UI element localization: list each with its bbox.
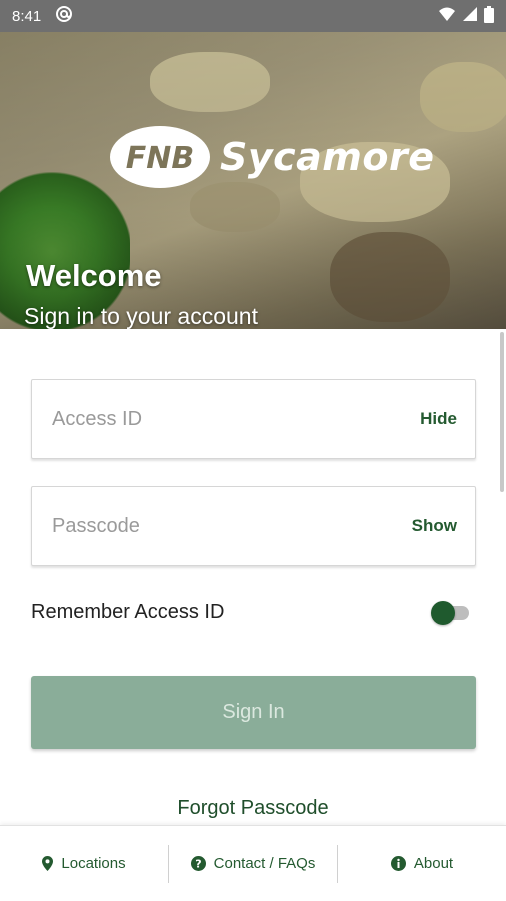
scrollbar[interactable] <box>500 332 504 492</box>
fnb-logo-mark: FNB <box>110 126 210 188</box>
signal-icon <box>462 6 478 26</box>
remember-access-id-row: Remember Access ID <box>31 597 471 627</box>
at-sign-icon <box>55 5 73 27</box>
forgot-passcode-link[interactable]: Forgot Passcode <box>0 797 506 820</box>
remember-access-id-switch[interactable] <box>431 599 471 625</box>
bottom-nav: Locations ? Contact / FAQs About <box>0 825 506 901</box>
status-icons <box>438 5 494 27</box>
access-id-input[interactable] <box>50 406 421 432</box>
switch-thumb <box>431 601 455 625</box>
svg-text:?: ? <box>195 858 201 871</box>
nav-about-label: About <box>413 855 454 872</box>
page-subtitle: Sign in to your account <box>24 303 258 329</box>
hero-banner: FNB Sycamore Welcome Sign in to your acc… <box>0 32 506 329</box>
question-circle-icon: ? <box>190 856 206 871</box>
nav-locations[interactable]: Locations <box>0 845 168 883</box>
nav-contact-faqs[interactable]: ? Contact / FAQs <box>169 845 337 883</box>
logo-wordmark: Sycamore <box>220 135 435 179</box>
info-circle-icon <box>390 856 406 871</box>
passcode-input[interactable] <box>50 513 412 539</box>
sign-in-button[interactable]: Sign In <box>31 676 476 749</box>
passcode-field: Show <box>31 486 476 566</box>
passcode-show-toggle[interactable]: Show <box>412 516 457 536</box>
battery-icon <box>484 5 494 27</box>
svg-text:FNB: FNB <box>126 141 194 176</box>
brand-logo: FNB Sycamore <box>108 124 435 190</box>
nav-about[interactable]: About <box>338 845 506 883</box>
map-pin-icon <box>42 856 54 871</box>
status-bar: 8:41 <box>0 0 506 32</box>
remember-access-id-label: Remember Access ID <box>31 600 225 623</box>
page-title: Welcome <box>26 258 162 293</box>
access-id-hide-toggle[interactable]: Hide <box>420 409 457 429</box>
nav-locations-label: Locations <box>61 855 126 872</box>
status-time: 8:41 <box>12 7 42 25</box>
wifi-icon <box>438 6 456 26</box>
nav-contact-label: Contact / FAQs <box>213 855 316 872</box>
access-id-field: Hide <box>31 379 476 459</box>
